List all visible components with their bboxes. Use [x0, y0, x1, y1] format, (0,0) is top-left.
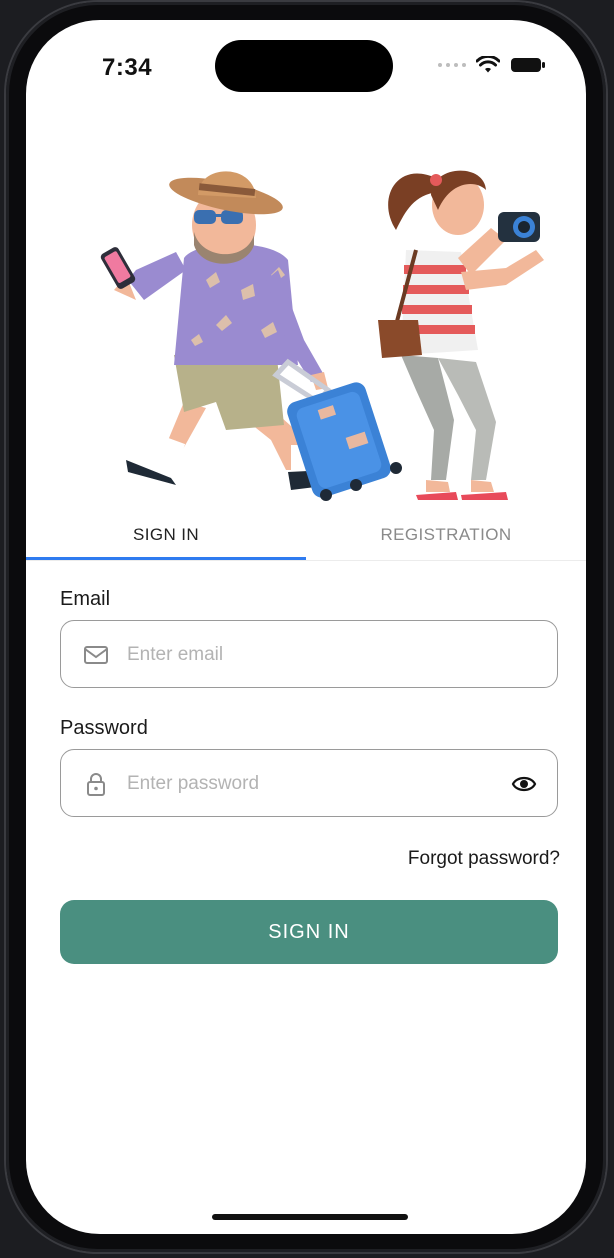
tab-sign-in[interactable]: SIGN IN — [26, 512, 306, 558]
mail-icon — [84, 646, 108, 664]
eye-icon[interactable] — [511, 772, 537, 796]
phone-frame: 7:34 SIGN IN REGISTRATION Email Enter em… — [6, 2, 606, 1252]
email-field[interactable] — [60, 620, 558, 688]
email-label: Email — [60, 588, 111, 610]
wifi-icon — [476, 56, 500, 73]
status-icons — [438, 56, 546, 74]
travelers-illustration — [100, 170, 544, 501]
password-label: Password — [60, 717, 148, 739]
app-screen: 7:34 SIGN IN REGISTRATION Email Enter em… — [26, 20, 586, 1234]
password-field[interactable] — [60, 749, 558, 817]
active-tab-indicator — [26, 557, 306, 560]
password-input[interactable] — [125, 764, 489, 804]
sign-in-button[interactable]: SIGN IN — [60, 900, 558, 964]
cellular-signal-icon — [438, 63, 466, 67]
dynamic-island — [215, 40, 393, 92]
email-input[interactable] — [125, 635, 489, 675]
tab-registration[interactable]: REGISTRATION — [306, 512, 586, 558]
battery-icon — [511, 58, 545, 72]
auth-tabs: SIGN IN REGISTRATION — [26, 512, 586, 561]
home-indicator[interactable] — [212, 1214, 408, 1220]
forgot-password-link[interactable]: Forgot password? — [408, 848, 560, 870]
status-time: 7:34 — [102, 54, 153, 81]
lock-icon — [87, 773, 105, 796]
